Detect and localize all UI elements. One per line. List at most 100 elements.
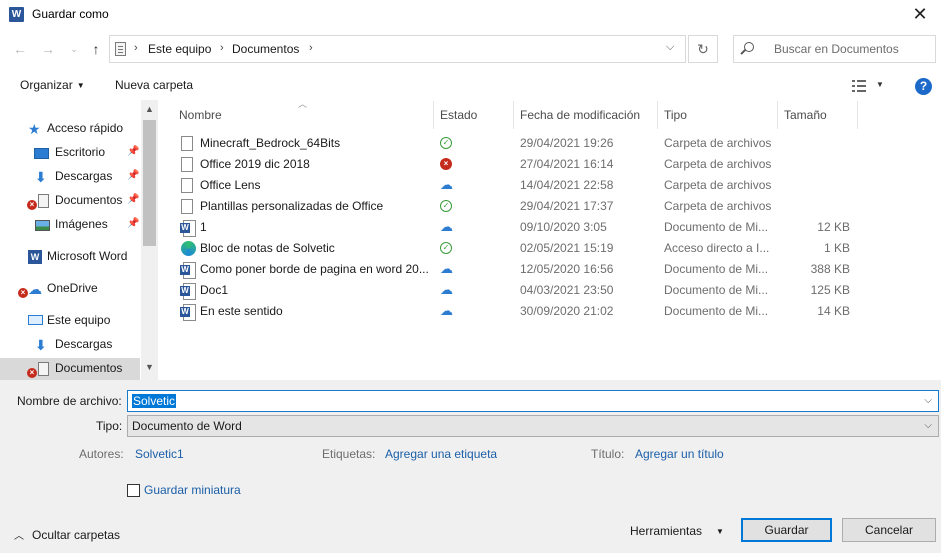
nav-item-desktop[interactable]: Escritorio 📌 [0,142,140,164]
file-row[interactable]: En este sentido ☁ 30/09/2020 21:02 Docum… [170,301,860,322]
file-icon [181,136,193,151]
breadcrumb-separator-icon[interactable]: › [309,42,313,54]
scroll-down-icon[interactable]: ▼ [145,362,154,372]
scroll-up-icon[interactable]: ▲ [145,104,154,114]
view-options-icon[interactable] [852,80,866,92]
column-divider[interactable] [657,101,658,129]
authors-value[interactable]: Solvetic1 [135,447,184,461]
breadcrumb-this-pc[interactable]: Este equipo [148,42,211,56]
forward-arrow-icon[interactable]: → [38,38,58,60]
cloud-only-icon: ☁ [440,219,453,234]
file-size: 14 KB [817,304,850,318]
address-history-chevron-icon[interactable]: ⌵ [666,41,674,54]
chevron-down-icon[interactable]: ⌵ [924,420,932,431]
column-header-size[interactable]: Tamaño [784,108,827,122]
nav-item-onedrive[interactable]: ☁ × OneDrive [0,278,140,300]
add-title-link[interactable]: Agregar un título [635,447,724,461]
file-row[interactable]: Minecraft_Bedrock_64Bits ✓ 29/04/2021 19… [170,133,860,154]
cloud-only-icon: ☁ [440,177,453,192]
breadcrumb-separator-icon[interactable]: › [134,42,138,54]
word-document-icon [180,283,196,300]
column-divider[interactable] [777,101,778,129]
file-row[interactable]: Plantillas personalizadas de Office ✓ 29… [170,196,860,217]
nav-item-this-pc[interactable]: Este equipo [0,310,140,332]
word-document-icon [180,304,196,321]
pin-icon[interactable]: 📌 [127,170,139,181]
column-divider[interactable] [513,101,514,129]
file-row[interactable]: Office 2019 dic 2018 × 27/04/2021 16:14 … [170,154,860,175]
nav-item-documents[interactable]: × Documentos 📌 [0,190,140,212]
nav-scrollbar-thumb[interactable] [143,120,156,246]
download-icon: ⬇ [35,337,47,353]
pin-icon[interactable]: 📌 [127,194,139,205]
file-type: Documento de Mi... [664,262,769,276]
file-date: 04/03/2021 23:50 [520,283,614,297]
cancel-button[interactable]: Cancelar [842,518,936,542]
file-row[interactable]: 1 ☁ 09/10/2020 3:05 Documento de Mi... 1… [170,217,860,238]
nav-item-downloads-pc[interactable]: ⬇ Descargas [0,334,140,356]
close-icon[interactable]: ✕ [905,2,935,26]
column-header-name[interactable]: Nombre [179,108,222,122]
nav-item-microsoft-word[interactable]: W Microsoft Word [0,246,140,268]
file-type-value: Documento de Word [132,419,242,433]
navigation-pane: ★ Acceso rápido Escritorio 📌 ⬇ Descargas… [0,100,158,380]
view-caret-icon[interactable]: ▼ [876,80,884,89]
column-header-type[interactable]: Tipo [664,108,687,122]
file-type-select[interactable]: Documento de Word ⌵ [127,415,939,437]
caret-down-icon: ▼ [76,81,85,90]
save-thumbnail-label[interactable]: Guardar miniatura [144,483,241,497]
search-input[interactable]: Buscar en Documentos [733,35,936,63]
file-row[interactable]: Office Lens ☁ 14/04/2021 22:58 Carpeta d… [170,175,860,196]
cloud-only-icon: ☁ [440,282,453,297]
pin-icon[interactable]: 📌 [127,218,139,229]
recent-locations-chevron-icon[interactable]: ⌄ [64,38,84,60]
pictures-icon [35,220,50,231]
file-date: 29/04/2021 19:26 [520,136,614,150]
file-row[interactable]: Bloc de notas de Solvetic ✓ 02/05/2021 1… [170,238,860,259]
file-row[interactable]: Doc1 ☁ 04/03/2021 23:50 Documento de Mi.… [170,280,860,301]
column-divider[interactable] [857,101,858,129]
help-icon[interactable]: ? [915,78,932,95]
add-tag-link[interactable]: Agregar una etiqueta [385,447,497,461]
nav-item-label: Documentos [55,361,123,375]
refresh-button[interactable]: ↻ [688,35,718,63]
nav-item-pictures[interactable]: Imágenes 📌 [0,214,140,236]
file-date: 12/05/2020 16:56 [520,262,614,276]
tools-label: Herramientas [630,524,703,538]
new-folder-button[interactable]: Nueva carpeta [115,78,193,92]
address-bar[interactable]: › Este equipo › Documentos › ⌵ [109,35,686,63]
save-thumbnail-checkbox[interactable] [127,484,140,497]
column-header-status[interactable]: Estado [440,108,477,122]
back-arrow-icon[interactable]: ← [10,38,30,60]
file-type: Carpeta de archivos [664,157,772,171]
search-icon [744,42,754,52]
nav-item-documents-pc[interactable]: × Documentos [0,358,140,380]
nav-item-quick-access[interactable]: ★ Acceso rápido [0,118,140,140]
star-icon: ★ [28,121,41,137]
column-divider[interactable] [433,101,434,129]
hide-folders-button[interactable]: ︿ Ocultar carpetas [14,527,120,542]
nav-item-downloads[interactable]: ⬇ Descargas 📌 [0,166,140,188]
organize-button[interactable]: Organizar ▼ [20,78,85,92]
word-logo-icon: W [9,7,24,22]
type-label: Tipo: [96,419,123,433]
file-type: Acceso directo a I... [664,241,770,255]
chevron-down-icon[interactable]: ⌵ [924,395,932,406]
column-header-modified[interactable]: Fecha de modificación [520,108,640,122]
save-button[interactable]: Guardar [741,518,832,542]
file-type: Documento de Mi... [664,283,769,297]
breadcrumb-separator-icon[interactable]: › [220,42,224,54]
file-row[interactable]: Como poner borde de pagina en word 20...… [170,259,860,280]
title-bar: W Guardar como ✕ [0,0,941,30]
file-size: 388 KB [810,262,850,276]
hide-folders-label: Ocultar carpetas [32,528,121,542]
file-name: Como poner borde de pagina en word 20... [200,262,429,276]
tools-button[interactable]: Herramientas ▼ [630,524,724,538]
filename-field[interactable]: Solvetic ⌵ [127,390,939,412]
file-icon [181,157,193,172]
breadcrumb-documents[interactable]: Documentos [232,42,299,56]
word-document-icon [180,262,196,279]
up-arrow-icon[interactable]: ↑ [86,38,106,60]
pin-icon[interactable]: 📌 [127,146,139,157]
file-icon [181,199,193,214]
